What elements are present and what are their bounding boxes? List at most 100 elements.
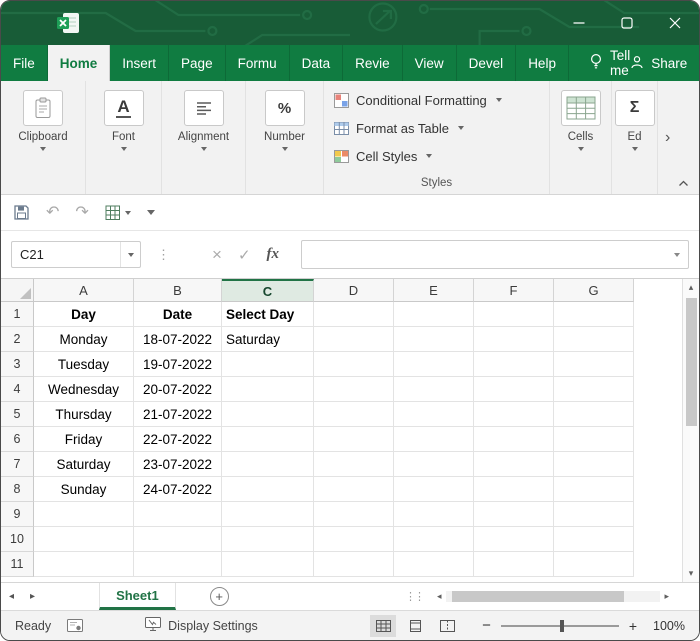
zoom-level[interactable]: 100%: [653, 619, 685, 633]
cell-F11[interactable]: [474, 552, 554, 577]
row-header-6[interactable]: 6: [1, 427, 34, 452]
select-all-corner[interactable]: [1, 279, 34, 302]
cell-E3[interactable]: [394, 352, 474, 377]
cell-A7[interactable]: Saturday: [34, 452, 134, 477]
cell-B4[interactable]: 20-07-2022: [134, 377, 222, 402]
ribbon-group-number[interactable]: % Number: [246, 81, 324, 194]
cell-F9[interactable]: [474, 502, 554, 527]
cell-D4[interactable]: [314, 377, 394, 402]
tab-home[interactable]: Home: [47, 45, 111, 81]
ribbon-group-cells[interactable]: Cells: [550, 81, 612, 194]
cell-F7[interactable]: [474, 452, 554, 477]
share-button[interactable]: Share: [630, 45, 687, 81]
cell-D6[interactable]: [314, 427, 394, 452]
cell-C2[interactable]: Saturday: [222, 327, 314, 352]
row-header-7[interactable]: 7: [1, 452, 34, 477]
cell-C10[interactable]: [222, 527, 314, 552]
ribbon-group-font[interactable]: A Font: [86, 81, 162, 194]
tab-file[interactable]: File: [1, 45, 48, 81]
cell-A10[interactable]: [34, 527, 134, 552]
column-header-F[interactable]: F: [474, 279, 554, 302]
touch-mouse-mode-button[interactable]: [105, 205, 131, 221]
normal-view-button[interactable]: [370, 614, 397, 637]
column-header-G[interactable]: G: [554, 279, 634, 302]
cell-C6[interactable]: [222, 427, 314, 452]
cell-D7[interactable]: [314, 452, 394, 477]
vertical-scrollbar-thumb[interactable]: [685, 298, 697, 426]
formula-bar-expand-icon[interactable]: [674, 252, 680, 257]
cell-F8[interactable]: [474, 477, 554, 502]
cell-B3[interactable]: 19-07-2022: [134, 352, 222, 377]
cell-C3[interactable]: [222, 352, 314, 377]
row-header-11[interactable]: 11: [1, 552, 34, 577]
scroll-right-icon[interactable]: ▸: [660, 591, 673, 602]
cell-F2[interactable]: [474, 327, 554, 352]
vertical-scrollbar[interactable]: ▴ ▾: [682, 279, 699, 582]
cell-E7[interactable]: [394, 452, 474, 477]
row-header-8[interactable]: 8: [1, 477, 34, 502]
name-box-dropdown[interactable]: [120, 242, 140, 267]
sheet-tab-sheet1[interactable]: Sheet1: [99, 583, 176, 610]
minimize-button[interactable]: [555, 1, 603, 45]
customize-qat-button[interactable]: [146, 210, 155, 215]
cell-B10[interactable]: [134, 527, 222, 552]
save-button[interactable]: [13, 204, 30, 221]
cell-G7[interactable]: [554, 452, 634, 477]
row-header-2[interactable]: 2: [1, 327, 34, 352]
tab-page[interactable]: Page: [169, 45, 226, 81]
cell-B8[interactable]: 24-07-2022: [134, 477, 222, 502]
cell-A9[interactable]: [34, 502, 134, 527]
cell-G6[interactable]: [554, 427, 634, 452]
cell-C5[interactable]: [222, 402, 314, 427]
scroll-left-icon[interactable]: ◂: [433, 591, 446, 602]
styles-item-format-as-table[interactable]: Format as Table: [334, 114, 539, 142]
cell-C11[interactable]: [222, 552, 314, 577]
scroll-up-icon[interactable]: ▴: [683, 279, 699, 296]
tab-data[interactable]: Data: [290, 45, 344, 81]
horizontal-scrollbar-thumb[interactable]: [451, 591, 624, 602]
cell-E10[interactable]: [394, 527, 474, 552]
cell-D2[interactable]: [314, 327, 394, 352]
cell-B1[interactable]: Date: [134, 302, 222, 327]
page-break-view-button[interactable]: [434, 615, 460, 637]
redo-button[interactable]: ↷: [75, 204, 88, 221]
cell-D11[interactable]: [314, 552, 394, 577]
enter-button[interactable]: ✓: [238, 246, 251, 264]
splitter-dots-icon[interactable]: ⋮⋮: [405, 590, 425, 603]
cell-C4[interactable]: [222, 377, 314, 402]
name-box[interactable]: C21: [11, 241, 141, 268]
undo-button[interactable]: ↶: [46, 204, 59, 221]
horizontal-scrollbar[interactable]: ◂ ▸: [433, 583, 673, 610]
formula-input[interactable]: [301, 240, 689, 269]
cell-A11[interactable]: [34, 552, 134, 577]
row-header-5[interactable]: 5: [1, 402, 34, 427]
cell-C8[interactable]: [222, 477, 314, 502]
collapse-ribbon-button[interactable]: [678, 180, 689, 187]
column-header-A[interactable]: A: [34, 279, 134, 302]
column-header-E[interactable]: E: [394, 279, 474, 302]
scroll-down-icon[interactable]: ▾: [683, 565, 699, 582]
cell-E4[interactable]: [394, 377, 474, 402]
cell-F1[interactable]: [474, 302, 554, 327]
cell-A8[interactable]: Sunday: [34, 477, 134, 502]
zoom-out-button[interactable]: −: [482, 617, 491, 634]
cell-G9[interactable]: [554, 502, 634, 527]
maximize-button[interactable]: [603, 1, 651, 45]
ribbon-overflow-button[interactable]: ›: [658, 81, 677, 194]
cell-F4[interactable]: [474, 377, 554, 402]
ribbon-group-editing[interactable]: Σ Ed: [612, 81, 658, 194]
cell-G2[interactable]: [554, 327, 634, 352]
column-header-D[interactable]: D: [314, 279, 394, 302]
row-header-9[interactable]: 9: [1, 502, 34, 527]
cell-D3[interactable]: [314, 352, 394, 377]
ribbon-group-clipboard[interactable]: Clipboard: [1, 81, 86, 194]
styles-item-conditional-formatting[interactable]: Conditional Formatting: [334, 86, 539, 114]
cell-G11[interactable]: [554, 552, 634, 577]
cell-D10[interactable]: [314, 527, 394, 552]
cell-B7[interactable]: 23-07-2022: [134, 452, 222, 477]
tab-insert[interactable]: Insert: [110, 45, 170, 81]
page-layout-view-button[interactable]: [402, 615, 428, 637]
cell-B2[interactable]: 18-07-2022: [134, 327, 222, 352]
cell-D8[interactable]: [314, 477, 394, 502]
horizontal-scrollbar-track[interactable]: [445, 591, 661, 602]
